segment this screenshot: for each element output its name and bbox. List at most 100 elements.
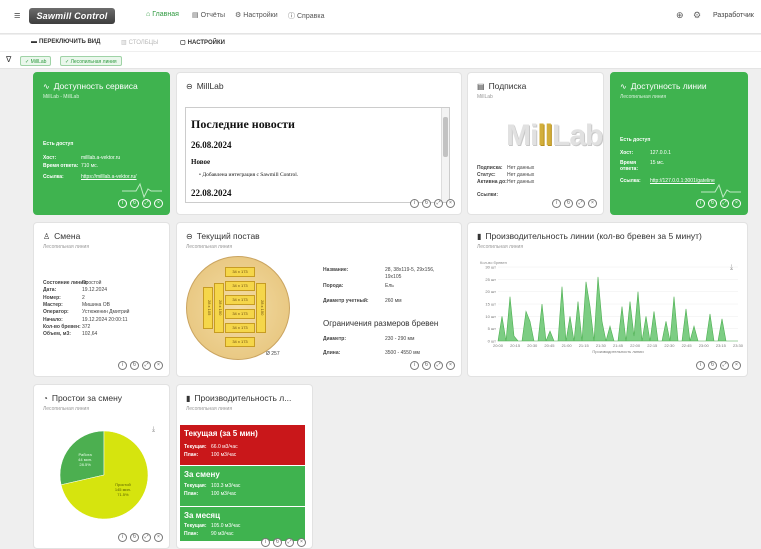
y-tick-label: 15 шт	[485, 302, 496, 307]
close-icon[interactable]: ×	[154, 361, 163, 370]
refresh-icon[interactable]: ↻	[708, 199, 717, 208]
side-board: 28 x 105	[203, 287, 213, 329]
gear-icon: ⚙	[235, 12, 242, 19]
news-section: Новое	[191, 158, 211, 166]
shift-productivity-block: За смену Текущая: 103.3 м3/час План: 100 м…	[180, 466, 305, 506]
shift-row-value: Устюженин Дмитрий	[82, 309, 130, 316]
y-tick-label: 5 шт	[488, 326, 497, 331]
disc-icon: ⊖	[186, 232, 193, 241]
active-row: Активна до:Нет данных	[477, 179, 535, 185]
refresh-icon[interactable]: ↻	[708, 361, 717, 370]
shift-row: Начало: 19.12.2024 20:00:11	[43, 317, 128, 323]
productivity-chart: Кол-во бревен0 шт5 шт10 шт15 шт20 шт25 ш…	[480, 260, 744, 354]
close-icon[interactable]: ×	[588, 199, 597, 208]
expand-icon[interactable]: ⤢	[142, 533, 151, 542]
filter-chip[interactable]: ✓ Лесопильная линия	[60, 56, 122, 66]
species-row: Порода: Ель	[323, 283, 394, 289]
card-controls: i ↻ ⤢ ×	[696, 361, 741, 370]
productivity-chart-card: ▮ Производительность линии (кол-во бревен…	[467, 222, 748, 377]
refresh-icon[interactable]: ↻	[422, 199, 431, 208]
refresh-icon[interactable]: ↻	[130, 361, 139, 370]
x-tick-label: 20:00	[493, 343, 504, 348]
close-icon[interactable]: ×	[297, 538, 306, 547]
board: 34 x 173	[225, 323, 255, 333]
info-icon[interactable]: i	[410, 199, 419, 208]
close-icon[interactable]: ×	[446, 199, 455, 208]
expand-icon[interactable]: ⤢	[720, 199, 729, 208]
expand-icon[interactable]: ⤢	[434, 361, 443, 370]
expand-icon[interactable]: ⤢	[720, 361, 729, 370]
bar-chart-icon: ▮	[477, 232, 482, 241]
close-icon[interactable]: ×	[446, 361, 455, 370]
y-tick-label: 10 шт	[485, 314, 496, 319]
info-icon[interactable]: i	[118, 199, 127, 208]
status-text: Есть доступ	[620, 137, 651, 143]
board: 34 x 173	[225, 309, 255, 319]
settings-button[interactable]: ▢ НАСТРОЙКИ	[180, 39, 225, 46]
nav-home[interactable]: ⌂ Главная	[146, 11, 179, 23]
x-tick-label: 22:45	[682, 343, 693, 348]
subscription-card: ▤ Подписка MillLab MillLab Подписка: Нет д…	[467, 72, 604, 215]
info-icon[interactable]: i	[696, 199, 705, 208]
close-icon[interactable]: ×	[154, 199, 163, 208]
y-tick-label: 25 шт	[485, 277, 496, 282]
card-subtitle: Лесопильная линия	[620, 94, 667, 100]
refresh-icon[interactable]: ↻	[564, 199, 573, 208]
card-subtitle: MillLab	[477, 94, 493, 100]
pulse-graphic	[701, 183, 741, 199]
pulse-graphic	[122, 182, 162, 199]
filter-icon[interactable]: ∇	[6, 55, 11, 64]
info-icon[interactable]: i	[552, 199, 561, 208]
shift-row: Состояние линии:Простой	[43, 280, 101, 286]
expand-icon[interactable]: ⤢	[434, 199, 443, 208]
response-row: Время ответа: 710 мс.	[43, 163, 99, 169]
x-tick-label: 21:30	[596, 343, 607, 348]
pie-label: 28.5%	[79, 462, 91, 467]
shift-row: Номер: 2	[43, 295, 85, 301]
x-tick-label: 22:15	[647, 343, 658, 348]
milllab-news-card: ⊖ MillLab Последние новости 26.08.2024 Но…	[176, 72, 462, 215]
menu-icon[interactable]: ≡	[14, 10, 20, 22]
help-icon: ⓘ	[288, 13, 295, 20]
globe-icon[interactable]: ⊕	[676, 10, 684, 21]
info-icon[interactable]: i	[261, 538, 270, 547]
refresh-icon[interactable]: ↻	[273, 538, 282, 547]
expand-icon[interactable]: ⤢	[142, 199, 151, 208]
filter-chip[interactable]: ✓ MillLab	[20, 56, 52, 66]
nav-settings[interactable]: ⚙ Настройки	[235, 11, 278, 23]
tune-icon[interactable]: ⚙	[693, 10, 701, 21]
refresh-icon[interactable]: ↻	[130, 199, 139, 208]
info-icon[interactable]: i	[410, 361, 419, 370]
nav-reports[interactable]: ▤ Отчёты	[192, 11, 225, 23]
refresh-icon[interactable]: ↻	[422, 361, 431, 370]
close-icon[interactable]: ×	[154, 533, 163, 542]
card-title: ▤ Подписка	[477, 81, 527, 91]
shift-row-label: Объем, м3:	[43, 331, 71, 338]
info-icon[interactable]: i	[118, 361, 127, 370]
card-title: ♙ Смена	[43, 231, 81, 241]
view-icon: ▬	[31, 39, 37, 45]
expand-icon[interactable]: ⤢	[576, 199, 585, 208]
news-date: 22.08.2024	[191, 188, 232, 198]
info-icon[interactable]: i	[118, 533, 127, 542]
info-icon[interactable]: i	[696, 361, 705, 370]
current-setup-card: ⊖ Текущий постав Лесопильная линия 28 x 1…	[176, 222, 462, 377]
refresh-icon[interactable]: ↻	[130, 533, 139, 542]
columns-icon: ▥	[121, 40, 127, 46]
line-availability-card: ∿ Доступность линии Лесопильная линия Ест…	[610, 72, 748, 215]
close-icon[interactable]: ×	[732, 361, 741, 370]
productivity-area	[497, 276, 738, 342]
shift-row-value: 19.12.2024 20:00:11	[82, 316, 128, 323]
app-logo[interactable]: Sawmill Control	[29, 8, 115, 24]
user-name[interactable]: Разработчик	[713, 12, 754, 19]
close-icon[interactable]: ×	[732, 199, 741, 208]
card-subtitle: Лесопильная линия	[477, 244, 524, 250]
nav-help[interactable]: ⓘ Справка	[288, 11, 324, 23]
news-frame[interactable]: Последние новости 26.08.2024 Новое • Доб…	[185, 107, 450, 203]
service-link[interactable]: https://milllab.a-vektor.ru/	[81, 174, 137, 180]
news-scrollbar[interactable]	[441, 108, 449, 202]
scroll-thumb[interactable]	[443, 117, 448, 157]
expand-icon[interactable]: ⤢	[142, 361, 151, 370]
switch-view-button[interactable]: ▬ ПЕРЕКЛЮЧИТЬ ВИД	[31, 39, 100, 45]
expand-icon[interactable]: ⤢	[285, 538, 294, 547]
